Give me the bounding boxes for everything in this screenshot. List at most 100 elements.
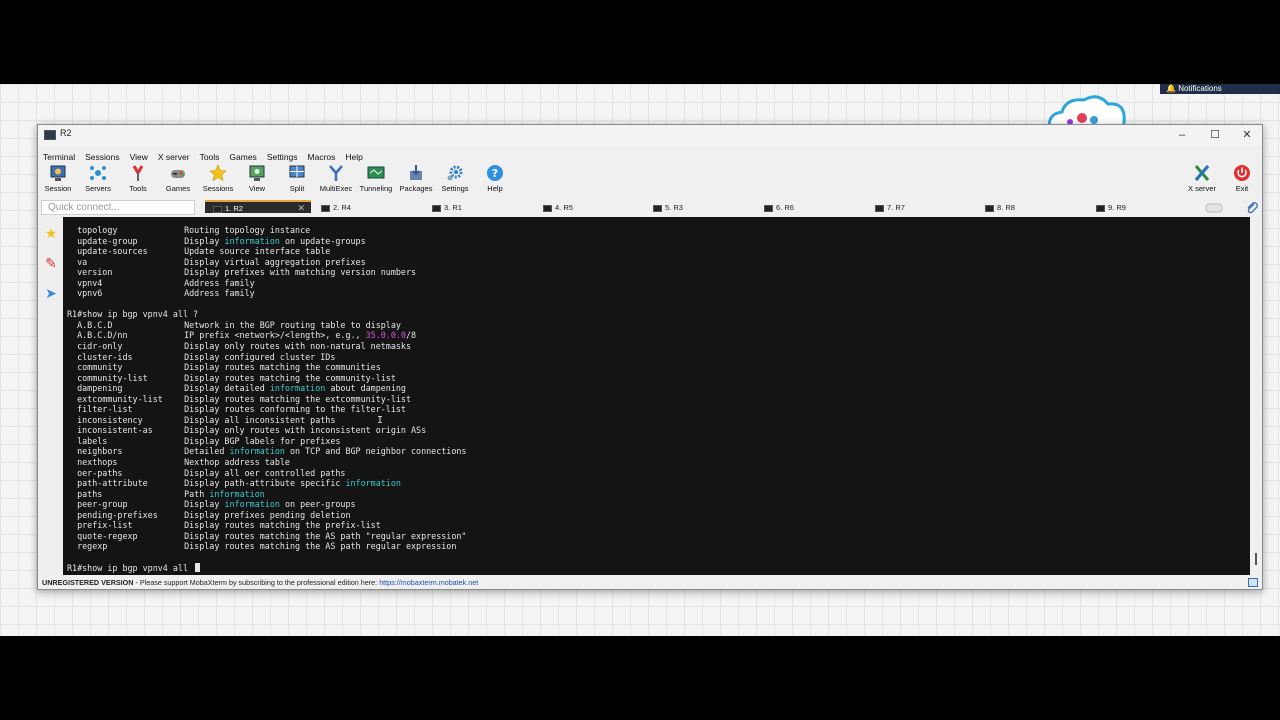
toolbar-tunneling-button[interactable]: Tunneling bbox=[356, 162, 396, 198]
toolbar-view-button[interactable]: View bbox=[237, 162, 277, 198]
command-keyword: dampening bbox=[77, 383, 123, 394]
tab-r8[interactable]: 8. R8 bbox=[985, 200, 1015, 215]
session-tab-bar: Quick connect... 1. R2 ✕ 2. R4 3. R1 4. R… bbox=[38, 200, 1262, 216]
toolbar-tools-button[interactable]: Tools bbox=[118, 162, 158, 198]
terminal-tab-icon bbox=[985, 204, 994, 212]
power-icon bbox=[1234, 165, 1250, 181]
command-description: information bbox=[224, 235, 280, 246]
toolbar-session-button[interactable]: Session bbox=[38, 162, 78, 198]
notifications-banner[interactable]: 🔔 Notifications bbox=[1160, 84, 1280, 94]
close-button[interactable]: ✕ bbox=[1232, 127, 1262, 143]
terminal-tab-icon bbox=[1096, 204, 1105, 212]
command-keyword: A.B.C.D/nn bbox=[77, 330, 128, 341]
tab-r9[interactable]: 9. R9 bbox=[1096, 200, 1126, 215]
terminal-line: extcommunity-list Display routes matching… bbox=[67, 394, 466, 405]
terminal-line: va Display virtual aggregation prefixes bbox=[67, 257, 466, 268]
command-keyword: topology bbox=[77, 225, 118, 235]
tab-r7[interactable]: 7. R7 bbox=[875, 200, 905, 215]
terminal-scrollbar[interactable] bbox=[1250, 217, 1262, 575]
svg-text:?: ? bbox=[492, 167, 498, 180]
mobatek-link[interactable]: https://mobaxterm.mobatek.net bbox=[379, 578, 478, 587]
status-message: - Please support MobaXterm by subscribin… bbox=[133, 578, 380, 587]
terminal-line: cluster-ids Display configured cluster ID… bbox=[67, 352, 466, 363]
command-keyword: regexp bbox=[77, 541, 108, 552]
terminal-line: community Display routes matching the com… bbox=[67, 362, 466, 373]
tab-r1[interactable]: 3. R1 bbox=[432, 200, 462, 215]
terminal-line: pending-prefixes Display prefixes pending… bbox=[67, 510, 466, 521]
toolbar-multiexec-button[interactable]: MultiExec bbox=[316, 162, 356, 198]
paperclip-icon[interactable] bbox=[1246, 201, 1258, 214]
terminal-line: quote-regexp Display routes matching the … bbox=[67, 531, 466, 542]
terminal-line: topology Routing topology instance bbox=[67, 225, 466, 236]
terminal-output: topology Routing topology instance update… bbox=[67, 225, 466, 573]
terminal-pane[interactable]: topology Routing topology instance update… bbox=[63, 217, 1250, 575]
terminal-line: inconsistent-as Display only routes with … bbox=[67, 425, 466, 436]
command-description: Display path-attribute specific bbox=[184, 478, 346, 489]
tab-r5[interactable]: 4. R5 bbox=[543, 200, 573, 215]
command-keyword: prefix-list bbox=[77, 520, 133, 531]
command-keyword: path-attribute bbox=[77, 478, 148, 489]
mouse-ibeam-cursor: I bbox=[377, 415, 384, 426]
command-description: Path bbox=[184, 488, 210, 499]
toolbar-xserver-button[interactable]: X server bbox=[1182, 162, 1222, 198]
left-sidebar: ★ ✎ ➤ bbox=[40, 217, 62, 573]
command-description: Display only routes with inconsistent or… bbox=[184, 425, 427, 436]
toolbar-packages-button[interactable]: Packages bbox=[396, 162, 436, 198]
close-tab-icon[interactable]: ✕ bbox=[297, 202, 305, 215]
command-keyword: update-group bbox=[77, 235, 138, 246]
command-description: information bbox=[209, 488, 265, 499]
terminal-prompt-line: R1#show ip bgp vpnv4 all bbox=[67, 562, 466, 574]
command-keyword: vpnv4 bbox=[77, 277, 103, 288]
tools-icon[interactable]: ✎ bbox=[43, 255, 59, 271]
minimize-button[interactable]: – bbox=[1167, 127, 1197, 143]
multiexec-icon bbox=[329, 165, 343, 181]
terminal-tab-icon bbox=[213, 205, 222, 213]
tab-r6[interactable]: 6. R6 bbox=[764, 200, 794, 215]
terminal-line: vpnv4 Address family bbox=[67, 278, 466, 289]
command-keyword: extcommunity-list bbox=[77, 393, 163, 404]
toolbar-servers-button[interactable]: Servers bbox=[78, 162, 118, 198]
toolbar-sessions-button[interactable]: Sessions bbox=[198, 162, 238, 198]
star-icon[interactable]: ★ bbox=[43, 225, 59, 241]
command-keyword: va bbox=[77, 256, 88, 267]
title-bar[interactable]: R2 – ☐ ✕ bbox=[38, 125, 1262, 145]
toolbar-split-button[interactable]: Split bbox=[277, 162, 317, 198]
quick-connect-input[interactable]: Quick connect... bbox=[41, 200, 195, 215]
tab-r3[interactable]: 5. R3 bbox=[653, 200, 683, 215]
terminal-line: nexthops Nexthop address table bbox=[67, 457, 466, 468]
video-letterbox-top bbox=[0, 0, 1280, 84]
command-description: Display routes matching the prefix-list bbox=[184, 520, 381, 531]
terminal-line: update-sources Update source interface ta… bbox=[67, 246, 466, 257]
tab-r4[interactable]: 2. R4 bbox=[321, 200, 351, 215]
toolbar-games-button[interactable]: Games bbox=[158, 162, 198, 198]
monitor-icon bbox=[1248, 578, 1258, 587]
toolbar-help-button[interactable]: ? Help bbox=[475, 162, 515, 198]
new-tab-icon[interactable] bbox=[1205, 202, 1223, 213]
toolbar-settings-button[interactable]: Settings bbox=[435, 162, 475, 198]
command-description: Network in the BGP routing table to disp… bbox=[184, 319, 401, 330]
command-description: /8 bbox=[405, 330, 417, 341]
games-icon bbox=[171, 170, 185, 178]
command-description: on TCP and BGP neighbor connections bbox=[284, 446, 467, 457]
command-keyword: quote-regexp bbox=[77, 530, 138, 541]
command-keyword: inconsistency bbox=[77, 414, 143, 425]
command-description: Display routes matching the community-li… bbox=[184, 372, 396, 383]
command-description: on update-groups bbox=[279, 235, 366, 246]
packages-icon bbox=[410, 165, 422, 180]
command-keyword: cidr-only bbox=[77, 341, 123, 352]
command-description: Display virtual aggregation prefixes bbox=[184, 256, 366, 267]
terminal-line: paths Path information bbox=[67, 489, 466, 500]
command-description: Display routes matching the communities bbox=[184, 362, 381, 373]
unregistered-label: UNREGISTERED VERSION bbox=[42, 578, 134, 587]
command-keyword: labels bbox=[77, 435, 108, 446]
text-cursor bbox=[195, 562, 201, 572]
terminal-line: peer-group Display information on peer-gr… bbox=[67, 499, 466, 510]
command-description: Display BGP labels for prefixes bbox=[184, 435, 341, 446]
send-icon[interactable]: ➤ bbox=[43, 285, 59, 301]
tab-r2[interactable]: 1. R2 ✕ bbox=[205, 200, 311, 213]
scrollbar-thumb[interactable] bbox=[1255, 553, 1257, 565]
prompt-text: R1#show ip bgp vpnv4 all bbox=[67, 562, 194, 573]
terminal-line: regexp Display routes matching the AS pat… bbox=[67, 541, 466, 552]
maximize-button[interactable]: ☐ bbox=[1200, 127, 1230, 143]
toolbar-exit-button[interactable]: Exit bbox=[1222, 162, 1262, 198]
